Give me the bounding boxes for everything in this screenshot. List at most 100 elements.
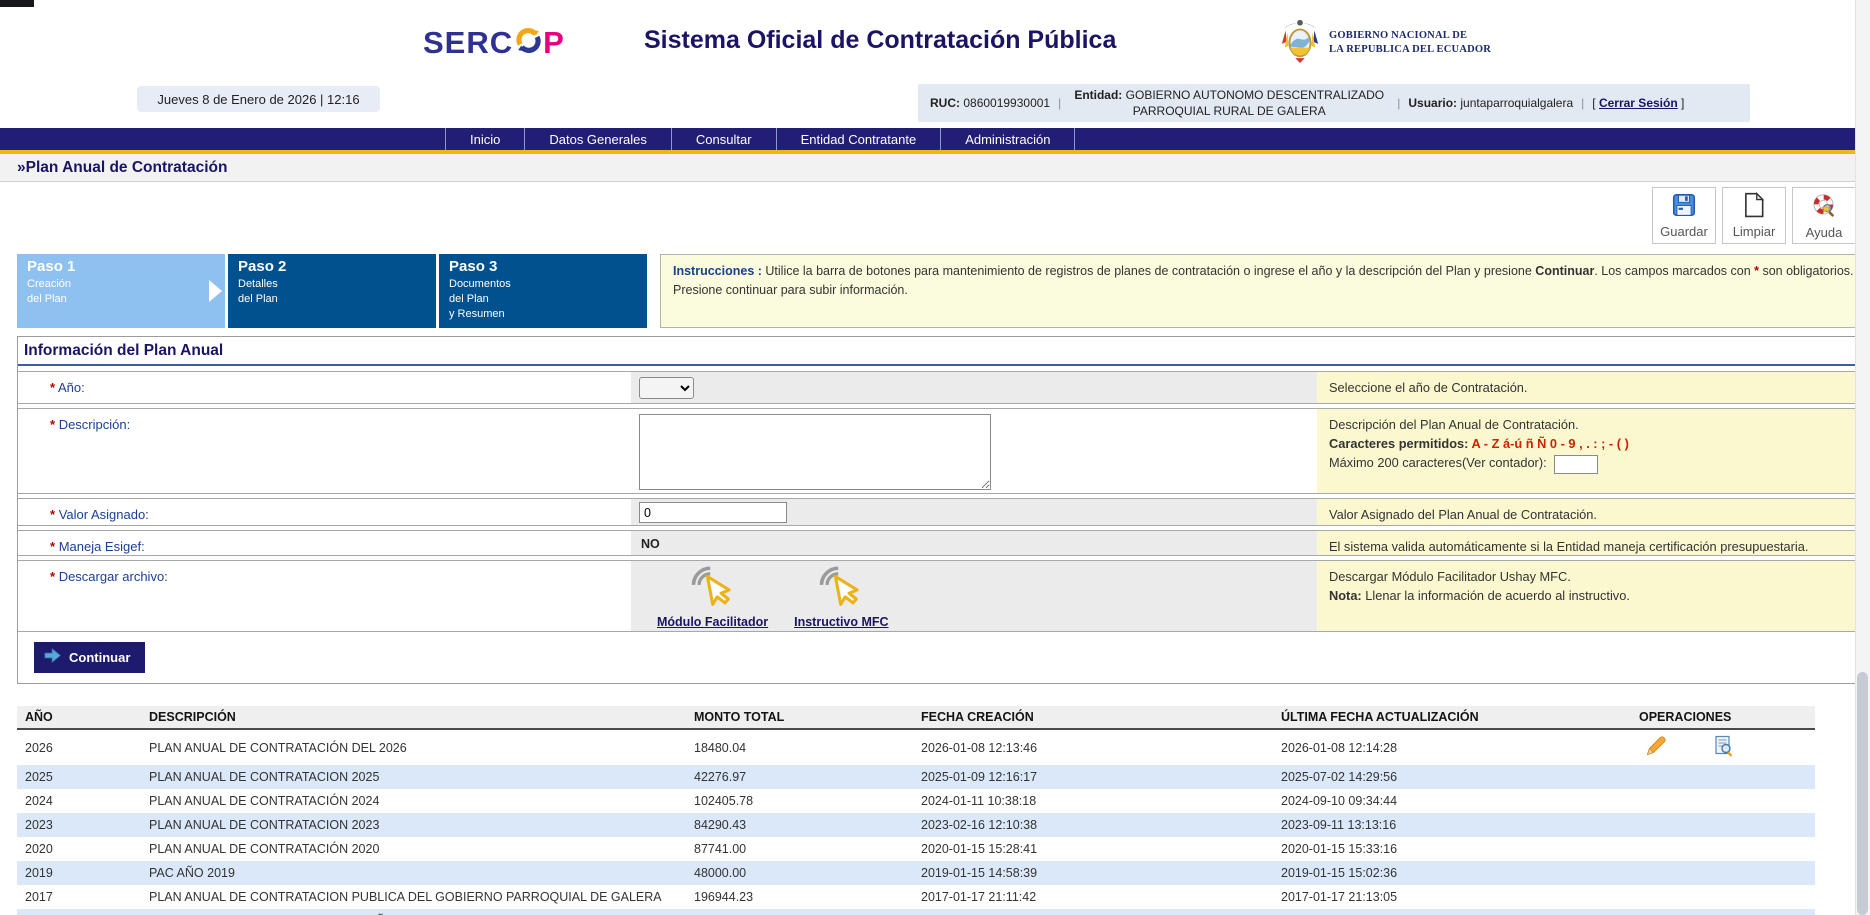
divider: |: [1058, 96, 1061, 110]
valor-input-cell: [631, 499, 1317, 525]
anio-select[interactable]: [639, 377, 694, 399]
nav-item-datos-generales[interactable]: Datos Generales: [524, 128, 671, 150]
cell-operations: [1631, 837, 1815, 861]
session-info-bar: RUC: 0860019930001 | Entidad: GOBIERNO A…: [918, 84, 1750, 122]
view-document-icon[interactable]: [1713, 735, 1734, 760]
descripcion-label: * Descripción:: [18, 409, 631, 493]
descripcion-textarea[interactable]: [639, 414, 991, 490]
entity-field: Entidad: GOBIERNO AUTONOMO DESCENTRALIZA…: [1069, 87, 1389, 119]
save-button[interactable]: Guardar: [1652, 187, 1716, 244]
col-description: DESCRIPCIÓN: [141, 706, 686, 729]
section-title: Información del Plan Anual: [18, 337, 1867, 366]
download-instructivo-mfc[interactable]: Instructivo MFC: [794, 564, 888, 629]
required-asterisk: *: [50, 507, 55, 522]
action-toolbar: Guardar Limpiar: [0, 182, 1870, 246]
ruc-field: RUC: 0860019930001: [930, 96, 1050, 110]
cell-updated: 2017-01-17 21:13:05: [1273, 885, 1631, 909]
cell-amount: 42276.97: [686, 765, 913, 789]
col-amount: MONTO TOTAL: [686, 706, 913, 729]
clear-button[interactable]: Limpiar: [1722, 187, 1786, 244]
required-asterisk: *: [50, 380, 55, 395]
page-title: »Plan Anual de Contratación: [0, 154, 1870, 182]
nav-item-administraci-n[interactable]: Administración: [940, 128, 1075, 150]
cell-amount: 102405.78: [686, 789, 913, 813]
cell-amount: 84290.43: [686, 813, 913, 837]
download-modulo-facilitador[interactable]: Módulo Facilitador: [657, 564, 768, 629]
instructions-box: Instrucciones : Utilice la barra de boto…: [660, 254, 1868, 328]
app-page: SERC P Sistema Oficial de Contratación P…: [0, 0, 1870, 915]
vertical-scrollbar[interactable]: [1855, 0, 1870, 915]
cell-updated: 2019-01-15 15:02:36: [1273, 861, 1631, 885]
step-3-documentos[interactable]: Paso 3 Documentosdel Plany Resumen: [439, 254, 647, 328]
cell-created: 2017-01-17 21:11:42: [913, 885, 1273, 909]
table-row: 2019PAC AÑO 201948000.002019-01-15 14:58…: [17, 861, 1815, 885]
step-1-creacion[interactable]: Paso 1 Creacióndel Plan: [17, 254, 225, 328]
anio-help: Seleccione el año de Contratación.: [1317, 372, 1867, 403]
scrollbar-thumb[interactable]: [1857, 672, 1868, 915]
cell-created: 2020-01-15 15:28:41: [913, 837, 1273, 861]
continue-button-label: Continuar: [69, 650, 130, 665]
anio-label: * Año:: [18, 372, 631, 403]
main-nav: InicioDatos GeneralesConsultarEntidad Co…: [0, 128, 1870, 150]
esigef-value: NO: [631, 531, 1317, 551]
required-asterisk: *: [50, 539, 55, 554]
cell-description: PLAN ANUAL DE CONTRATACION 2025: [141, 765, 686, 789]
help-button-label: Ayuda: [1806, 225, 1843, 240]
cell-operations: [1631, 885, 1815, 909]
cell-description: PLAN ANUAL DE CONTRATACIÓN 2024: [141, 789, 686, 813]
sercop-logo-text-suffix: P: [543, 25, 565, 61]
esigef-label: * Maneja Esigef:: [18, 531, 631, 555]
logout-link[interactable]: Cerrar Sesión: [1599, 96, 1678, 110]
cell-year: 2026: [17, 729, 141, 765]
clear-button-label: Limpiar: [1733, 224, 1776, 239]
divider: |: [1397, 96, 1400, 110]
help-button[interactable]: Ayuda: [1792, 187, 1856, 244]
sercop-logo-text-prefix: SERC: [423, 25, 513, 61]
cell-amount: 87741.00: [686, 837, 913, 861]
descargar-label: * Descargar archivo:: [18, 561, 631, 631]
step-title: Paso 3: [449, 258, 647, 275]
cell-description: PLAN ANUAL DE CONTRATACIONES AÑO 2016: [141, 909, 686, 915]
government-text: GOBIERNO NACIONAL DE LA REPUBLICA DEL EC…: [1329, 29, 1491, 56]
nav-item-inicio[interactable]: Inicio: [445, 128, 524, 150]
descargar-help: Descargar Módulo Facilitador Ushay MFC. …: [1317, 561, 1867, 631]
nav-item-consultar[interactable]: Consultar: [671, 128, 776, 150]
continue-button[interactable]: Continuar: [34, 642, 145, 673]
wizard-steps: Paso 1 Creacióndel Plan Paso 2 Detallesd…: [17, 254, 1868, 328]
form-row-anio: * Año: Seleccione el año de Contratación…: [18, 371, 1867, 404]
nav-item-entidad-contratante[interactable]: Entidad Contratante: [776, 128, 941, 150]
required-asterisk: *: [50, 569, 55, 584]
header: SERC P Sistema Oficial de Contratación P…: [0, 0, 1870, 128]
char-counter-input[interactable]: [1554, 455, 1598, 474]
valor-help: Valor Asignado del Plan Anual de Contrat…: [1317, 499, 1867, 525]
corner-chip: [0, 0, 34, 7]
descripcion-help: Descripción del Plan Anual de Contrataci…: [1317, 409, 1867, 493]
table-row: 2025PLAN ANUAL DE CONTRATACION 202542276…: [17, 765, 1815, 789]
modulo-facilitador-link[interactable]: Módulo Facilitador: [657, 615, 768, 629]
cell-operations: [1631, 789, 1815, 813]
step-title: Paso 2: [238, 258, 436, 275]
edit-pencil-icon[interactable]: [1645, 735, 1667, 760]
cell-operations: [1631, 813, 1815, 837]
form-row-esigef: * Maneja Esigef: NO El sistema valida au…: [18, 530, 1867, 556]
instructivo-mfc-link[interactable]: Instructivo MFC: [794, 615, 888, 629]
step-subtitle: Creacióndel Plan: [27, 277, 225, 307]
form-row-valor: * Valor Asignado: Valor Asignado del Pla…: [18, 498, 1867, 526]
form-row-descargar: * Descargar archivo: Módulo Facilitador: [18, 560, 1867, 632]
required-asterisk: *: [50, 417, 55, 432]
table-row: 2017PLAN ANUAL DE CONTRATACION PUBLICA D…: [17, 885, 1815, 909]
divider: |: [1581, 96, 1584, 110]
descripcion-input-cell: [631, 409, 1317, 493]
cell-updated: 2024-09-10 09:34:44: [1273, 789, 1631, 813]
plan-form-section: Información del Plan Anual * Año: Selecc…: [17, 336, 1868, 684]
valor-input[interactable]: [639, 502, 787, 523]
sercop-circle-arrows-icon: [515, 26, 542, 62]
step-2-detalles[interactable]: Paso 2 Detallesdel Plan: [228, 254, 436, 328]
anio-input-cell: [631, 372, 1317, 403]
col-year: AÑO: [17, 706, 141, 729]
step-subtitle: Detallesdel Plan: [238, 277, 436, 307]
cell-year: 2019: [17, 861, 141, 885]
cell-created: 2025-01-09 12:16:17: [913, 765, 1273, 789]
government-logo: GOBIERNO NACIONAL DE LA REPUBLICA DEL EC…: [1278, 16, 1491, 69]
cell-year: 2016: [17, 909, 141, 915]
